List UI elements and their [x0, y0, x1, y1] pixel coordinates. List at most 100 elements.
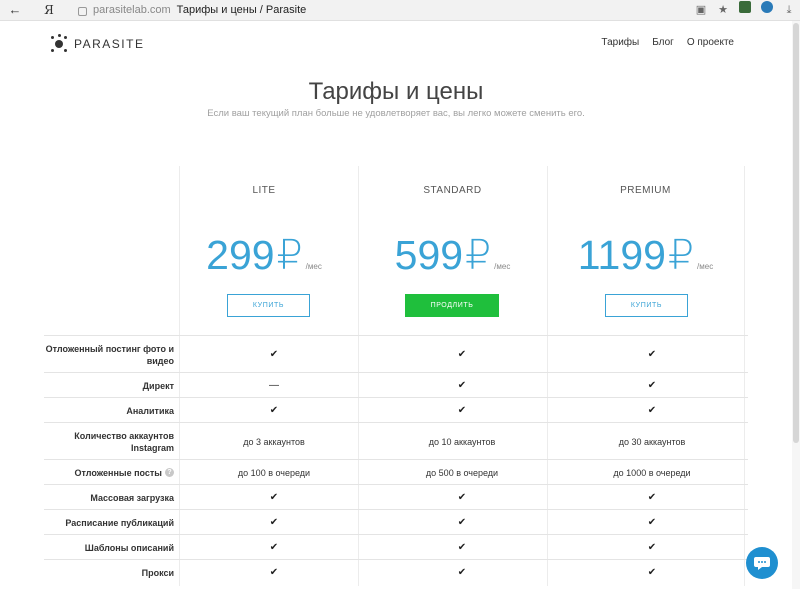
feature-value: ✔	[558, 373, 746, 398]
feature-row: Прокси ✔ ✔ ✔	[44, 559, 748, 585]
feature-label: Количество аккаунтов Instagram	[74, 430, 174, 453]
check-icon: ✔	[269, 405, 279, 416]
yandex-icon[interactable]: Я	[38, 0, 60, 20]
main-nav: Тарифы Блог О проекте	[588, 37, 734, 48]
feature-value: ✔	[558, 398, 746, 423]
bookmark-star-icon[interactable]: ★	[712, 0, 734, 20]
check-icon: ✔	[457, 349, 467, 360]
feature-row: Массовая загрузка ✔ ✔ ✔	[44, 484, 748, 510]
plan-price: 1199 ₽ /мес	[547, 232, 744, 278]
check-icon: ✔	[457, 517, 467, 528]
feature-label: Массовая загрузка	[90, 492, 174, 503]
feature-value: ✔	[368, 398, 556, 423]
site-logo[interactable]: PARASITE	[51, 34, 145, 52]
feature-value: ✔	[558, 535, 746, 560]
feature-value: до 1000 в очереди	[613, 467, 691, 478]
feature-value: —	[180, 373, 368, 398]
check-icon: ✔	[457, 542, 467, 553]
ruble-icon: ₽	[465, 232, 492, 278]
feature-value: ✔	[368, 535, 556, 560]
check-icon: ✔	[647, 349, 657, 360]
feature-label: Расписание публикаций	[65, 517, 174, 528]
feature-row: Аналитика ✔ ✔ ✔	[44, 397, 748, 423]
plan-name: PREMIUM	[620, 185, 671, 196]
feature-value: до 30 аккаунтов	[618, 436, 686, 447]
check-icon: ✔	[647, 517, 657, 528]
nav-item-pricing[interactable]: Тарифы	[601, 37, 639, 48]
feature-row: Отложенный постинг фото и видео ✔ ✔ ✔	[44, 335, 748, 373]
page-scrollbar[interactable]	[792, 21, 800, 589]
page-tab-title: Тарифы и цены / Parasite	[176, 4, 307, 16]
feature-label: Прокси	[141, 567, 174, 578]
price-period: /мес	[494, 262, 511, 271]
check-icon: ✔	[647, 567, 657, 578]
download-icon[interactable]: ⤓	[778, 0, 800, 20]
feature-label: Отложенный постинг фото и видео	[45, 343, 174, 366]
plan-price: 599 ₽ /мес	[358, 232, 547, 278]
lock-icon	[78, 6, 87, 16]
price-period: /мес	[697, 262, 714, 271]
ruble-icon: ₽	[276, 232, 303, 278]
price-amount: 299	[206, 232, 275, 278]
nav-item-blog[interactable]: Блог	[652, 37, 674, 48]
feature-row: Расписание публикаций ✔ ✔ ✔	[44, 509, 748, 535]
feature-label: Директ	[142, 380, 174, 391]
url-domain: parasitelab.com	[93, 4, 171, 16]
feature-value: ✔	[180, 510, 368, 535]
page-title: Тарифы и цены	[308, 78, 484, 105]
feature-value: ✔	[368, 560, 556, 585]
check-icon: ✔	[457, 405, 467, 416]
feature-value: ✔	[180, 560, 368, 585]
buy-button-lite[interactable]: КУПИТЬ	[227, 294, 310, 317]
back-arrow-icon[interactable]: ←	[4, 0, 26, 20]
feature-value: ✔	[180, 485, 368, 510]
scrollbar-thumb[interactable]	[793, 23, 799, 443]
feature-label: Аналитика	[126, 405, 174, 416]
check-icon: ✔	[457, 380, 467, 391]
feature-row: Отложенные посты ? до 100 в очереди до 5…	[44, 459, 748, 485]
check-icon: ✔	[269, 492, 279, 503]
feature-value: ✔	[180, 336, 368, 373]
feature-value: ✔	[558, 510, 746, 535]
price-amount: 599	[394, 232, 464, 278]
feature-value: до 100 в очереди	[237, 467, 311, 478]
feature-value: ✔	[558, 336, 746, 373]
reader-icon[interactable]: ▣	[690, 0, 712, 20]
feature-value: ✔	[180, 535, 368, 560]
feature-value: до 500 в очереди	[425, 467, 499, 478]
feature-value: ✔	[180, 398, 368, 423]
feature-row: Количество аккаунтов Instagram до 3 акка…	[44, 422, 748, 460]
feature-label: Шаблоны описаний	[84, 542, 174, 553]
feature-label: Отложенные посты	[74, 467, 162, 478]
parasite-logo-icon	[51, 34, 67, 52]
renew-button-standard[interactable]: ПРОДЛИТЬ	[405, 294, 499, 317]
feature-value: ✔	[368, 510, 556, 535]
check-icon: ✔	[647, 492, 657, 503]
feature-value: ✔	[368, 485, 556, 510]
feature-value: ✔	[558, 560, 746, 585]
check-icon: ✔	[457, 492, 467, 503]
feature-value: до 10 аккаунтов	[428, 436, 496, 447]
browser-toolbar: ← Я parasitelab.com Тарифы и цены / Para…	[0, 0, 800, 21]
globe-extension-icon[interactable]	[756, 0, 778, 20]
plan-name: LITE	[252, 185, 276, 196]
dash-icon: —	[269, 380, 279, 391]
plan-name: STANDARD	[423, 185, 482, 196]
plan-lite: LITE 299 ₽ /мес КУПИТЬ	[170, 166, 358, 336]
page-subtitle: Если ваш текущий план больше не удовлетв…	[207, 108, 585, 119]
chat-button[interactable]	[746, 547, 778, 579]
check-icon: ✔	[269, 542, 279, 553]
price-period: /мес	[305, 262, 322, 271]
feature-row: Директ — ✔ ✔	[44, 372, 748, 398]
check-icon: ✔	[647, 380, 657, 391]
price-amount: 1199	[577, 232, 666, 278]
plan-premium: PREMIUM 1199 ₽ /мес КУПИТЬ	[547, 166, 744, 336]
address-bar[interactable]: parasitelab.com Тарифы и цены / Parasite	[78, 0, 306, 20]
plan-standard: STANDARD 599 ₽ /мес ПРОДЛИТЬ	[358, 166, 547, 336]
buy-button-premium[interactable]: КУПИТЬ	[605, 294, 688, 317]
extension-icon[interactable]	[734, 0, 756, 20]
logo-text: PARASITE	[74, 37, 145, 51]
help-icon[interactable]: ?	[165, 468, 174, 477]
chat-bubble-icon	[754, 557, 770, 570]
nav-item-about[interactable]: О проекте	[687, 37, 734, 48]
